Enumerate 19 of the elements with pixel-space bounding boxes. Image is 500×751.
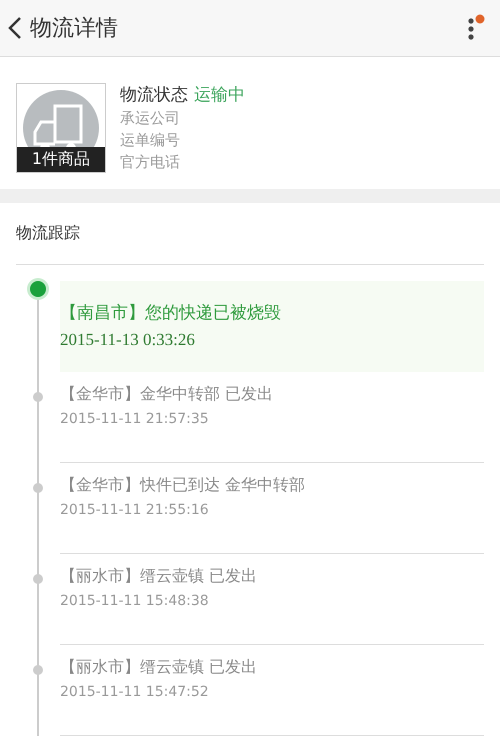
status-label: 物流状态 xyxy=(120,84,188,106)
section-title: 物流跟踪 xyxy=(16,203,484,265)
event-text: 【金华市】快件已到达 金华中转部 xyxy=(60,475,306,496)
status-value: 运输中 xyxy=(194,84,245,106)
event-time: 2015-11-11 21:55:16 xyxy=(60,502,210,518)
event-time: 2015-11-11 21:57:35 xyxy=(60,411,210,427)
event-text: 【南昌市】您的快递已被烧毁 xyxy=(60,302,282,324)
event-time: 2015-11-11 15:48:38 xyxy=(60,593,210,609)
field-label: 官方电话 xyxy=(120,153,181,172)
field-label: 运单编号 xyxy=(120,131,181,150)
event-text: 【金华市】金华中转部 已发出 xyxy=(60,384,274,405)
event-time: 2015-11-13 0:33:26 xyxy=(60,330,196,350)
field-label: 承运公司 xyxy=(120,109,181,128)
event-text: 【丽水市】缙云壶镇 已发出 xyxy=(60,657,258,678)
event-text: 【丽水市】缙云壶镇 已发出 xyxy=(60,566,258,587)
event-time: 2015-11-11 15:47:52 xyxy=(60,684,210,700)
page-title: 物流详情 xyxy=(30,15,118,43)
back-icon[interactable] xyxy=(8,16,22,40)
item-count-label: 1件商品 xyxy=(17,147,105,172)
